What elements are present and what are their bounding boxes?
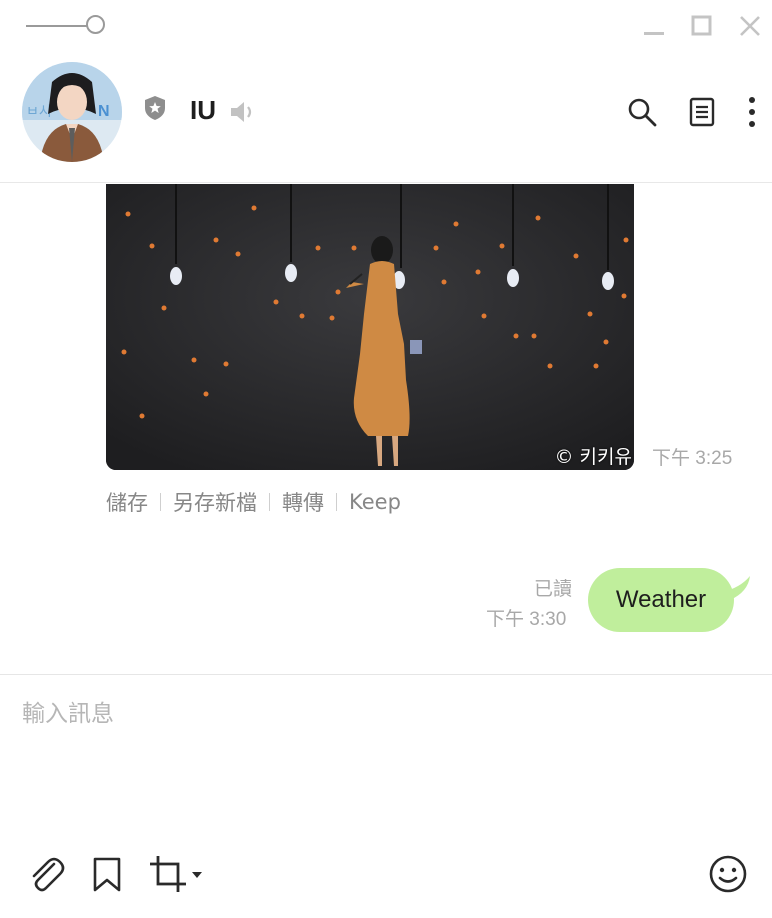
svg-text:.: . <box>106 184 111 188</box>
chat-title: IU <box>190 95 216 125</box>
save-as-link[interactable]: 另存新檔 <box>173 487 257 517</box>
separator <box>336 493 337 511</box>
photo-timestamp: 下午 3:25 <box>652 448 733 469</box>
svg-text:N: N <box>98 103 110 120</box>
emoji-icon <box>709 855 747 893</box>
save-link[interactable]: 儲存 <box>106 487 148 517</box>
emoji-button[interactable] <box>706 852 750 896</box>
photo-credit: © 키키유 <box>554 446 632 468</box>
photo-action-bar: 儲存 另存新檔 轉傳 Keep <box>106 487 401 517</box>
composer-divider <box>0 674 772 675</box>
concert-photo: . <box>106 184 634 470</box>
avatar-image: ㅂ시 N <box>22 62 122 162</box>
more-vertical-icon <box>749 97 755 127</box>
keep-bookmark-button[interactable] <box>86 852 130 896</box>
message-input[interactable] <box>22 694 742 824</box>
speaker-muted-icon[interactable] <box>228 98 256 126</box>
photo-message[interactable]: . © 키키유 <box>106 184 634 470</box>
screenshot-button[interactable] <box>148 852 204 896</box>
close-button[interactable] <box>738 14 762 38</box>
close-icon <box>740 16 760 36</box>
crop-icon <box>150 856 202 892</box>
avatar[interactable]: ㅂ시 N <box>22 62 122 162</box>
keep-link[interactable]: Keep <box>349 490 401 514</box>
bookmark-icon <box>93 857 121 892</box>
more-menu-button[interactable] <box>736 96 768 128</box>
slider-track <box>26 25 88 27</box>
notes-icon <box>689 97 715 127</box>
forward-link[interactable]: 轉傳 <box>282 487 324 517</box>
search-icon <box>628 98 657 127</box>
maximize-button[interactable] <box>690 14 714 38</box>
maximize-icon <box>691 15 712 36</box>
read-status: 已讀 <box>534 578 573 600</box>
header-divider <box>0 182 772 183</box>
minimize-button[interactable] <box>642 14 666 38</box>
minimize-icon <box>644 32 664 35</box>
notes-button[interactable] <box>686 96 718 128</box>
sent-message-text: Weather <box>615 586 707 613</box>
paperclip-icon <box>32 857 65 892</box>
svg-text:ㅂ시: ㅂ시 <box>26 103 52 119</box>
separator <box>269 493 270 511</box>
separator <box>160 493 161 511</box>
slider-knob[interactable] <box>86 15 105 34</box>
attach-file-button[interactable] <box>24 852 68 896</box>
search-button[interactable] <box>626 96 658 128</box>
shield-star-icon <box>143 95 167 121</box>
sent-message-bubble[interactable]: Weather <box>588 568 734 632</box>
sent-timestamp: 下午 3:30 <box>486 609 567 630</box>
opacity-slider[interactable] <box>26 14 112 38</box>
